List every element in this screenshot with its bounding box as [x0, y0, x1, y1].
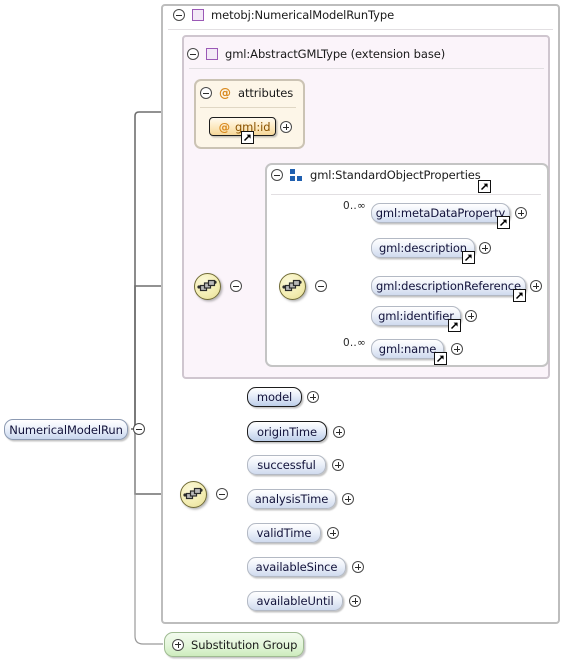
external-ref-icon[interactable] — [448, 319, 461, 332]
complex-type-icon — [206, 48, 218, 60]
element-label: gml:metaDataProperty — [375, 206, 506, 220]
divider — [189, 68, 544, 69]
expand-icon-gml-description[interactable] — [479, 242, 491, 254]
element-label: availableSince — [255, 560, 338, 574]
external-ref-icon[interactable] — [462, 251, 475, 264]
element-label: originTime — [257, 424, 317, 439]
root-element-label: NumericalModelRun — [9, 422, 123, 437]
collapse-icon-abstract-gml-type[interactable] — [187, 48, 199, 60]
element-node-availableuntil[interactable]: availableUntil — [247, 591, 343, 611]
collapse-icon-sequence-extension[interactable] — [230, 280, 242, 292]
element-label: availableUntil — [256, 594, 334, 608]
external-ref-icon[interactable] — [478, 180, 491, 193]
element-node-analysistime[interactable]: analysisTime — [247, 489, 336, 509]
collapse-icon-root-element[interactable] — [133, 423, 145, 435]
expand-icon-analysistime[interactable] — [342, 493, 354, 505]
substitution-group-box[interactable]: Substitution Group — [164, 632, 304, 657]
collapse-icon-sequence-body[interactable] — [216, 488, 228, 500]
element-label: gml:descriptionReference — [375, 279, 522, 293]
container-label: gml:AbstractGMLType (extension base) — [225, 47, 446, 61]
expand-icon-gml-metadataproperty[interactable] — [515, 207, 527, 219]
container-title-standard-object-properties: gml:StandardObjectProperties — [271, 168, 481, 182]
element-label: validTime — [256, 526, 312, 540]
external-ref-icon[interactable] — [497, 216, 510, 229]
sequence-compositor-body[interactable] — [180, 481, 207, 508]
external-ref-icon[interactable] — [434, 352, 447, 365]
element-label: gml:description — [378, 241, 467, 255]
expand-icon-gml-descriptionreference[interactable] — [530, 280, 542, 292]
expand-icon-validtime[interactable] — [327, 527, 339, 539]
expand-icon-model[interactable] — [307, 391, 319, 403]
container-label: metobj:NumericalModelRunType — [211, 8, 395, 22]
element-label: analysisTime — [254, 492, 329, 506]
external-ref-icon[interactable] — [513, 289, 526, 302]
collapse-icon-attributes[interactable] — [200, 87, 212, 99]
model-group-icon — [290, 169, 303, 181]
element-node-origintime[interactable]: originTime — [247, 421, 327, 442]
expand-icon-availablesince[interactable] — [352, 561, 364, 573]
expand-icon-availableuntil[interactable] — [349, 595, 361, 607]
expand-icon-successful[interactable] — [332, 459, 344, 471]
divider — [200, 107, 296, 108]
container-title-abstract-gml-type: gml:AbstractGMLType (extension base) — [187, 47, 445, 61]
expand-icon-origintime[interactable] — [333, 426, 345, 438]
element-node-gml-description[interactable]: gml:description — [371, 238, 475, 258]
element-node-gml-metadataproperty[interactable]: gml:metaDataProperty — [371, 203, 510, 223]
element-label: gml:name — [378, 342, 437, 356]
collapse-icon-standard-object-properties[interactable] — [271, 169, 283, 181]
container-label: attributes — [238, 86, 294, 100]
external-ref-icon[interactable] — [241, 131, 254, 144]
root-element-numerical-model-run[interactable]: NumericalModelRun — [4, 419, 128, 440]
expand-icon-gml-name[interactable] — [451, 343, 463, 355]
element-label: gml:identifier — [378, 309, 454, 323]
element-label: model — [256, 390, 293, 404]
container-label: gml:StandardObjectProperties — [310, 168, 481, 182]
collapse-icon-sequence-standard-object-properties[interactable] — [315, 280, 327, 292]
expand-icon-substitution-group[interactable] — [172, 638, 184, 651]
complex-type-icon — [192, 9, 204, 21]
substitution-group-label: Substitution Group — [191, 637, 298, 652]
element-node-successful[interactable]: successful — [247, 455, 326, 475]
divider — [168, 29, 553, 30]
divider — [271, 194, 541, 195]
container-title-attributes: @ attributes — [200, 86, 293, 100]
occurrence-label: 0..∞ — [343, 337, 366, 349]
sequence-compositor-extension[interactable] — [194, 273, 221, 300]
collapse-icon-numerical-model-run-type[interactable] — [173, 9, 185, 21]
element-label: successful — [257, 458, 316, 472]
schema-diagram-canvas: metobj:NumericalModelRunType gml:Abstrac… — [0, 0, 565, 662]
at-icon: @ — [219, 86, 231, 100]
element-node-validtime[interactable]: validTime — [247, 523, 321, 543]
element-node-model[interactable]: model — [247, 387, 302, 407]
occurrence-label: 0..∞ — [343, 200, 366, 212]
element-node-gml-descriptionreference[interactable]: gml:descriptionReference — [371, 276, 526, 296]
expand-icon-gml-id[interactable] — [280, 121, 292, 133]
at-icon: @ — [218, 119, 231, 134]
element-node-availablesince[interactable]: availableSince — [247, 557, 346, 577]
container-title-numerical-model-run-type: metobj:NumericalModelRunType — [173, 8, 394, 22]
expand-icon-gml-identifier[interactable] — [465, 310, 477, 322]
sequence-compositor-standard-object-properties[interactable] — [279, 273, 306, 300]
